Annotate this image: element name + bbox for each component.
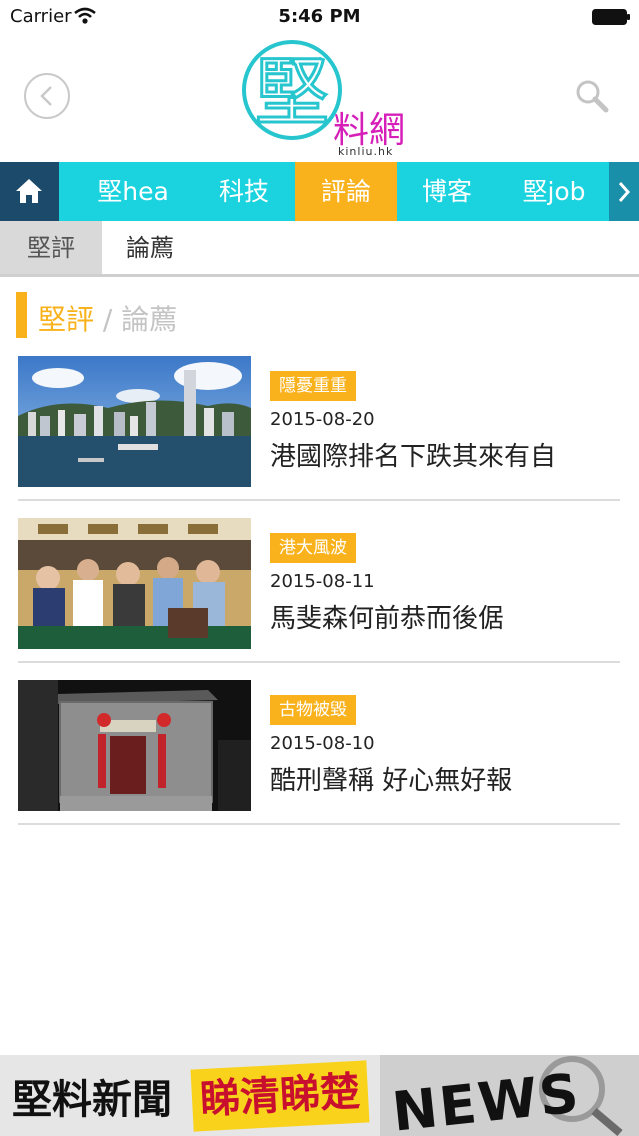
nav-scroll-right-button[interactable] [609, 162, 639, 221]
battery-icon [592, 9, 630, 25]
tab-home[interactable] [0, 162, 59, 221]
heading-secondary: 論薦 [121, 303, 178, 336]
heading-marker [16, 292, 27, 338]
sub-nav: 堅評 論薦 [0, 221, 639, 276]
category-nav: 堅hea 科技 評論 博客 堅job [0, 162, 639, 221]
article-tag[interactable]: 古物被毀 [270, 695, 356, 725]
chevron-left-icon [40, 86, 52, 106]
article-tag[interactable]: 隱憂重重 [270, 371, 356, 401]
logo-main-glyph: 堅 [255, 50, 329, 136]
subnav-current-item[interactable]: 論薦 [126, 221, 174, 276]
article-title[interactable]: 港國際排名下跌其來有自 [270, 436, 556, 473]
tab-kinjob[interactable]: 堅job [500, 162, 608, 221]
status-bar: Carrier 5:46 PM [0, 0, 639, 34]
article-item[interactable]: 隱憂重重 2015-08-20 港國際排名下跌其來有自 [18, 356, 620, 501]
article-item[interactable]: 古物被毀 2015-08-10 酷刑聲稱 好心無好報 [18, 680, 620, 825]
status-time: 5:46 PM [278, 6, 361, 27]
article-title[interactable]: 酷刑聲稱 好心無好報 [270, 760, 512, 797]
page-title: 堅評 / 論薦 [38, 298, 177, 338]
tab-tech[interactable]: 科技 [193, 162, 295, 221]
article-date: 2015-08-11 [270, 571, 375, 592]
tab-kinhea[interactable]: 堅hea [78, 162, 188, 221]
article-item[interactable]: 港大風波 2015-08-11 馬斐森何前恭而後倨 [18, 518, 620, 663]
article-thumbnail[interactable] [18, 680, 251, 811]
search-button[interactable] [574, 78, 610, 114]
app-header: 堅 料網 kinliu.hk [0, 34, 639, 162]
subnav-divider [0, 274, 639, 277]
banner-headline: 堅料新聞 [12, 1077, 172, 1123]
article-thumbnail[interactable] [18, 518, 251, 649]
logo-domain-text: kinliu.hk [338, 145, 393, 158]
tab-blog[interactable]: 博客 [397, 162, 497, 221]
search-icon [576, 80, 609, 113]
chevron-right-icon [618, 182, 631, 202]
article-thumbnail[interactable] [18, 356, 251, 487]
article-date: 2015-08-20 [270, 409, 375, 430]
ad-banner[interactable]: 堅料新聞 睇清睇楚 NEWS [0, 1055, 639, 1136]
home-icon [16, 179, 42, 203]
article-title[interactable]: 馬斐森何前恭而後倨 [270, 598, 504, 635]
banner-tagline: 睇清睇楚 [190, 1060, 370, 1132]
tab-opinion[interactable]: 評論 [295, 162, 397, 221]
article-date: 2015-08-10 [270, 733, 375, 754]
kinliu-logo[interactable]: 堅 料網 kinliu.hk [240, 38, 410, 158]
heading-primary: 堅評 [38, 303, 95, 336]
subnav-section-label[interactable]: 堅評 [0, 221, 102, 276]
back-button[interactable] [24, 73, 70, 119]
article-tag[interactable]: 港大風波 [270, 533, 356, 563]
heading-separator: / [94, 303, 122, 336]
